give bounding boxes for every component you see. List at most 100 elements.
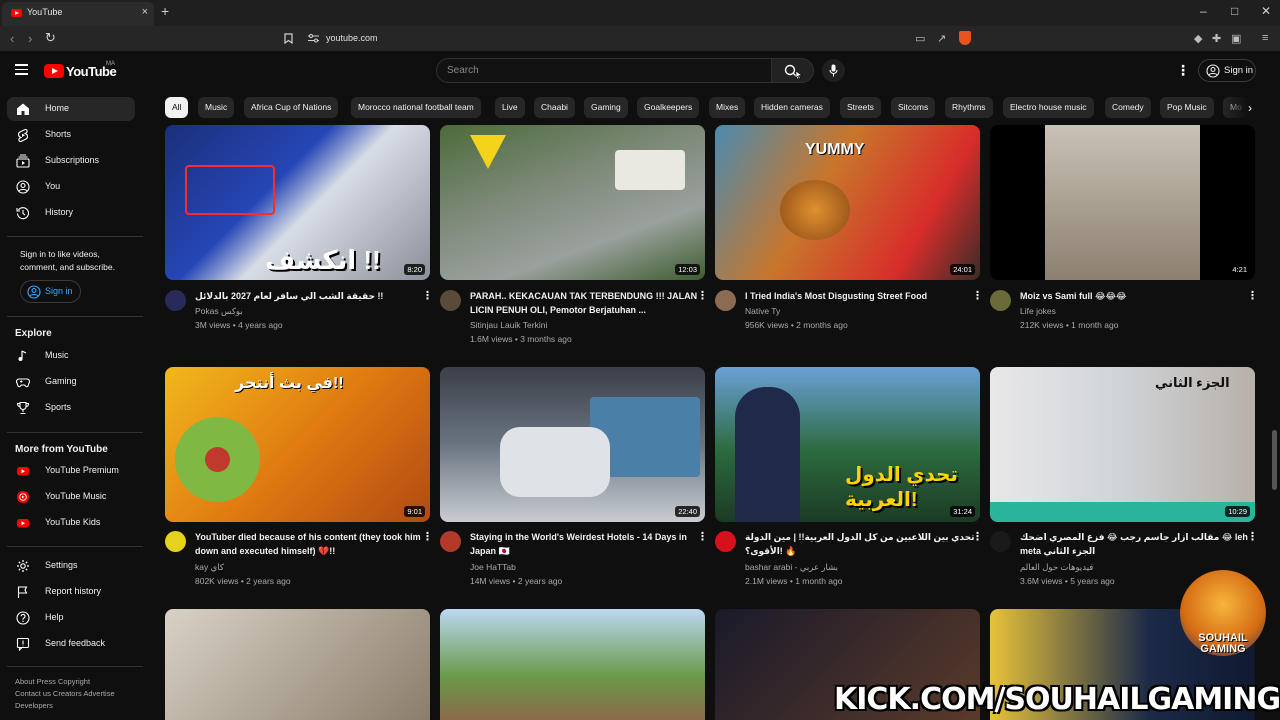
search-input[interactable]: Search <box>436 58 772 83</box>
video-thumbnail[interactable]: YUMMY 24:01 <box>715 125 980 280</box>
close-window-button[interactable]: ✕ <box>1261 4 1271 18</box>
footer-links-2[interactable]: Contact us Creators Advertise <box>15 689 115 698</box>
chip-sitcoms[interactable]: Sitcoms <box>891 97 936 118</box>
new-tab-button[interactable]: + <box>161 3 169 19</box>
video-title[interactable]: PARAH.. KEKACAUAN TAK TERBENDUNG !!! JAL… <box>470 289 700 317</box>
maximize-button[interactable]: □ <box>1231 4 1238 18</box>
sidebar-item-youtube-premium[interactable]: YouTube Premium <box>7 459 135 483</box>
video-menu-icon[interactable]: ⋮ <box>422 289 433 302</box>
chip-live[interactable]: Live <box>495 97 525 118</box>
settings-more-icon[interactable]: ⋮ <box>1176 62 1190 79</box>
chip-electro-house[interactable]: Electro house music <box>1003 97 1094 118</box>
chip-all[interactable]: All <box>165 97 189 118</box>
chip-rhythms[interactable]: Rhythms <box>945 97 993 118</box>
bookmark-icon[interactable] <box>284 33 293 44</box>
chip-morocco-football[interactable]: Morocco national football team <box>351 97 481 118</box>
guide-menu-icon[interactable] <box>15 64 28 78</box>
video-menu-icon[interactable]: ⋮ <box>1247 530 1258 543</box>
forward-icon[interactable]: › <box>28 31 32 46</box>
chip-hidden-cameras[interactable]: Hidden cameras <box>754 97 830 118</box>
chevron-right-icon[interactable]: › <box>1248 101 1252 115</box>
address-bar[interactable]: youtube.com <box>284 30 980 48</box>
video-menu-icon[interactable]: ⋮ <box>697 530 708 543</box>
channel-avatar[interactable] <box>440 531 461 552</box>
extension-diamond-icon[interactable]: ◆ <box>1194 32 1202 45</box>
channel-name[interactable]: Pokas بوكس <box>195 306 243 317</box>
reload-icon[interactable]: ↻ <box>45 30 56 46</box>
sidebar-item-subscriptions[interactable]: Subscriptions <box>7 149 135 173</box>
channel-name[interactable]: فيديوهات حول العالم <box>1020 562 1093 573</box>
page-scrollbar[interactable] <box>1272 430 1277 490</box>
chip-gaming[interactable]: Gaming <box>584 97 628 118</box>
sidebar-item-history[interactable]: History <box>7 201 135 225</box>
sidebar-toggle-icon[interactable]: ▣ <box>1231 32 1241 45</box>
youtube-logo-icon[interactable] <box>44 64 64 78</box>
chip-streets[interactable]: Streets <box>840 97 881 118</box>
search-button[interactable] <box>772 58 814 83</box>
video-thumbnail[interactable]: 22:40 <box>440 367 705 522</box>
cast-icon[interactable]: ▭ <box>915 32 925 45</box>
video-thumbnail[interactable] <box>165 609 430 720</box>
sidebar-item-send-feedback[interactable]: Send feedback <box>7 632 135 656</box>
tab-close-button[interactable]: × <box>142 6 148 18</box>
video-title[interactable]: مقالب ازار جاسم رجب 😂 فزع المصري اضحك 😂 … <box>1020 530 1250 558</box>
channel-name[interactable]: bashar arabi - بشار عربي <box>745 562 838 573</box>
channel-name[interactable]: kay كاي <box>195 562 224 573</box>
sidebar-item-sports[interactable]: Sports <box>7 396 135 420</box>
channel-name[interactable]: Native Ty <box>745 306 780 316</box>
channel-avatar[interactable] <box>165 531 186 552</box>
sidebar-item-report-history[interactable]: Report history <box>7 580 135 604</box>
video-thumbnail[interactable]: في بث أنتحر!! 9:01 <box>165 367 430 522</box>
video-title[interactable]: Staying in the World's Weirdest Hotels -… <box>470 530 700 558</box>
channel-avatar[interactable] <box>990 531 1011 552</box>
channel-avatar[interactable] <box>715 531 736 552</box>
video-menu-icon[interactable]: ⋮ <box>422 530 433 543</box>
brave-shield-icon[interactable] <box>959 31 971 45</box>
video-title[interactable]: YouTuber died because of his content (th… <box>195 530 425 558</box>
sidebar-item-home[interactable]: Home <box>7 97 135 121</box>
video-menu-icon[interactable]: ⋮ <box>972 289 983 302</box>
channel-avatar[interactable] <box>440 290 461 311</box>
browser-tab-youtube[interactable]: YouTube × <box>2 2 154 26</box>
channel-name[interactable]: Life jokes <box>1020 306 1056 316</box>
sidebar-item-youtube-kids[interactable]: YouTube Kids <box>7 511 135 535</box>
chip-mixes[interactable]: Mixes <box>709 97 746 118</box>
video-thumbnail[interactable]: 4:21 <box>990 125 1255 280</box>
voice-search-button[interactable] <box>822 59 845 82</box>
channel-avatar[interactable] <box>165 290 186 311</box>
chip-goalkeepers[interactable]: Goalkeepers <box>637 97 700 118</box>
video-thumbnail[interactable]: الجزء الثاني 10:29 <box>990 367 1255 522</box>
chip-pop-music[interactable]: Pop Music <box>1160 97 1214 118</box>
sidebar-item-you[interactable]: You <box>7 175 135 199</box>
video-thumbnail[interactable] <box>440 609 705 720</box>
sidebar-signin-button[interactable]: Sign in <box>20 280 81 303</box>
video-thumbnail[interactable]: 12:03 <box>440 125 705 280</box>
channel-avatar[interactable] <box>715 290 736 311</box>
sidebar-item-settings[interactable]: Settings <box>7 554 135 578</box>
browser-menu-icon[interactable]: ≡ <box>1262 32 1268 44</box>
sidebar-item-gaming[interactable]: Gaming <box>7 370 135 394</box>
chip-comedy[interactable]: Comedy <box>1105 97 1151 118</box>
video-thumbnail[interactable]: انكشف !! 8:20 <box>165 125 430 280</box>
back-icon[interactable]: ‹ <box>10 31 14 46</box>
extensions-icon[interactable]: ✚ <box>1212 32 1221 45</box>
minimize-button[interactable]: – <box>1200 4 1207 18</box>
channel-name[interactable]: Joe HaTTab <box>470 562 516 572</box>
footer-links-1[interactable]: About Press Copyright <box>15 677 90 686</box>
video-menu-icon[interactable]: ⋮ <box>1247 289 1258 302</box>
footer-links-3[interactable]: Developers <box>15 701 53 710</box>
video-thumbnail[interactable]: تحدي الدول العربية! 31:24 <box>715 367 980 522</box>
sidebar-item-help[interactable]: Help <box>7 606 135 630</box>
channel-name[interactable]: Sitinjau Lauik Terkini <box>470 320 547 330</box>
video-title[interactable]: حقيقة الشب الي سافر لعام 2027 بالدلائل !… <box>195 289 425 303</box>
site-settings-icon[interactable] <box>308 34 319 43</box>
video-menu-icon[interactable]: ⋮ <box>972 530 983 543</box>
sidebar-item-youtube-music[interactable]: YouTube Music <box>7 485 135 509</box>
channel-avatar[interactable] <box>990 290 1011 311</box>
share-icon[interactable]: ↗ <box>937 32 946 45</box>
video-title[interactable]: تحدي بين اللاعبين من كل الدول العربية!! … <box>745 530 975 558</box>
sidebar-item-music[interactable]: Music <box>7 344 135 368</box>
chip-chaabi[interactable]: Chaabi <box>534 97 575 118</box>
chip-africa-cup[interactable]: Africa Cup of Nations <box>244 97 339 118</box>
video-title[interactable]: I Tried India's Most Disgusting Street F… <box>745 289 975 303</box>
